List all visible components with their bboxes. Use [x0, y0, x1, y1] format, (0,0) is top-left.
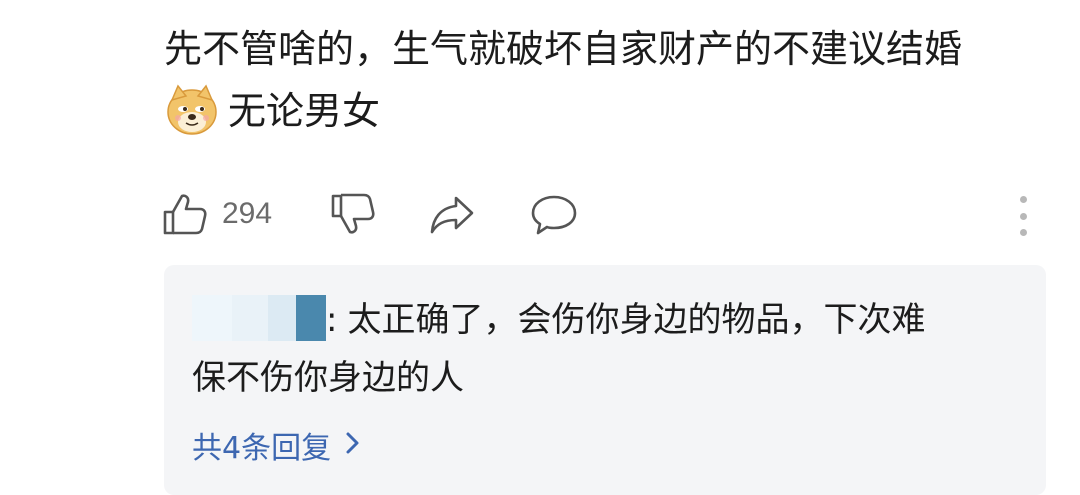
chevron-right-icon: [345, 428, 361, 463]
reply-preview[interactable]: : 太正确了，会伤你身边的物品，下次难 保不伤你身边的人 共4条回复: [164, 265, 1046, 495]
share-icon: [428, 192, 476, 236]
comment-text-line-1: 先不管啥的，生气就破坏自家财产的不建议结婚: [164, 27, 963, 71]
more-vertical-icon[interactable]: [1015, 196, 1031, 236]
comment-action-bar: 294: [162, 190, 1042, 238]
reply-button[interactable]: [530, 190, 578, 238]
doge-emoji-icon: [164, 82, 220, 138]
like-button[interactable]: 294: [162, 190, 272, 238]
view-all-replies-link[interactable]: 共4条回复: [192, 423, 361, 467]
thumbs-up-icon: [162, 192, 208, 236]
reply-text: : 太正确了，会伤你身边的物品，下次难 保不伤你身边的人: [192, 291, 1022, 407]
comment-text-line-2: 无论男女: [164, 80, 1064, 142]
reply-text-line-2: 保不伤你身边的人: [192, 358, 464, 398]
reply-count-label: 共4条回复: [192, 431, 332, 466]
comment-text-line-2-text: 无论男女: [228, 89, 381, 133]
reply-separator: :: [326, 300, 338, 340]
comment-bubble-icon: [530, 192, 578, 236]
like-count: 294: [222, 197, 273, 230]
share-button[interactable]: [428, 190, 476, 238]
reply-text-line-1: 太正确了，会伤你身边的物品，下次难: [347, 300, 926, 340]
thumbs-down-icon: [330, 192, 376, 236]
dislike-button[interactable]: [330, 190, 376, 238]
censored-username-mosaic: [192, 294, 326, 341]
comment-body: 先不管啥的，生气就破坏自家财产的不建议结婚 无论男女: [164, 18, 1064, 142]
